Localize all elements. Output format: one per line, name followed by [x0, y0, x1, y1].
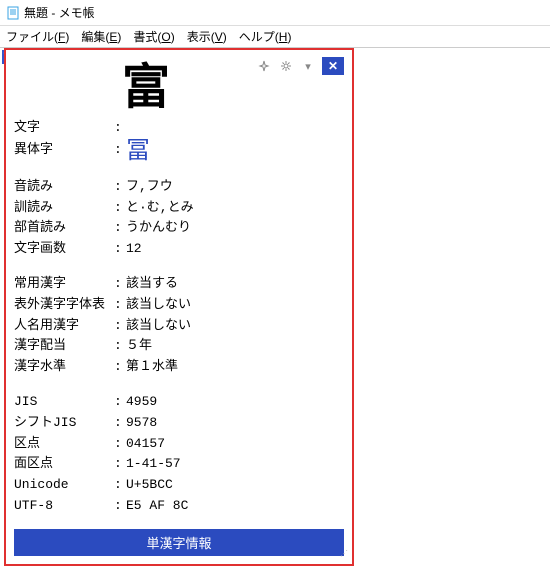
label-joyo: 常用漢字 — [14, 274, 114, 295]
value-unicode: U+5BCC — [126, 475, 344, 496]
label-bushuyomi: 部首読み — [14, 218, 114, 239]
label-haitou: 漢字配当 — [14, 336, 114, 357]
value-jinmei: 該当しない — [126, 316, 344, 337]
resize-grip[interactable]: ⋰ — [340, 552, 350, 562]
menu-edit[interactable]: 編集(E) — [81, 28, 121, 45]
label-strokes: 文字画数 — [14, 239, 114, 260]
value-haitou: ５年 — [126, 336, 344, 357]
label-jinmei: 人名用漢字 — [14, 316, 114, 337]
label-char: 文字 — [14, 118, 114, 139]
value-jis: 4959 — [126, 392, 344, 413]
value-bushuyomi: うかんむり — [126, 218, 344, 239]
window-title: 無題 - メモ帳 — [24, 4, 95, 21]
label-kunyomi: 訓読み — [14, 198, 114, 219]
value-sjis: 9578 — [126, 413, 344, 434]
label-unicode: Unicode — [14, 475, 114, 496]
label-variant: 異体字 — [14, 140, 114, 161]
kanji-info-panel: ▾ ✕ 富 文字: 異体字:冨 音読み:フ,フウ 訓読み:と·む,とみ 部首読み… — [4, 48, 354, 566]
value-hyogai: 該当しない — [126, 295, 344, 316]
label-utf8: UTF-8 — [14, 496, 114, 517]
pin-icon[interactable] — [256, 58, 272, 74]
label-level: 漢字水準 — [14, 357, 114, 378]
chevron-down-icon[interactable]: ▾ — [300, 58, 316, 74]
label-hyogai: 表外漢字字体表 — [14, 295, 114, 316]
value-char — [126, 118, 344, 139]
value-level: 第１水準 — [126, 357, 344, 378]
menu-view[interactable]: 表示(V) — [187, 28, 227, 45]
editor-area[interactable]: 富 ▾ ✕ 富 文字: 異体字:冨 音読み:フ,フウ 訓読み:と·む,とみ 部首… — [0, 48, 550, 52]
kanji-info-button[interactable]: 単漢字情報 — [14, 529, 344, 556]
value-onyomi: フ,フウ — [126, 177, 344, 198]
label-onyomi: 音読み — [14, 177, 114, 198]
label-jis: JIS — [14, 392, 114, 413]
label-kuten: 区点 — [14, 434, 114, 455]
value-kuten: 04157 — [126, 434, 344, 455]
value-variant[interactable]: 冨 — [126, 139, 344, 163]
menu-file[interactable]: ファイル(F) — [6, 28, 69, 45]
window-titlebar: 無題 - メモ帳 — [0, 0, 550, 26]
label-sjis: シフトJIS — [14, 413, 114, 434]
gear-icon[interactable] — [278, 58, 294, 74]
menubar: ファイル(F) 編集(E) 書式(O) 表示(V) ヘルプ(H) — [0, 26, 550, 48]
value-strokes: 12 — [126, 239, 344, 260]
menu-format[interactable]: 書式(O) — [133, 28, 174, 45]
close-button[interactable]: ✕ — [322, 57, 344, 75]
value-menkuten: 1-41-57 — [126, 454, 344, 475]
value-kunyomi: と·む,とみ — [126, 198, 344, 219]
label-menkuten: 面区点 — [14, 454, 114, 475]
menu-help[interactable]: ヘルプ(H) — [239, 28, 292, 45]
notepad-icon — [6, 6, 20, 20]
value-utf8: E5 AF 8C — [126, 496, 344, 517]
value-joyo: 該当する — [126, 274, 344, 295]
